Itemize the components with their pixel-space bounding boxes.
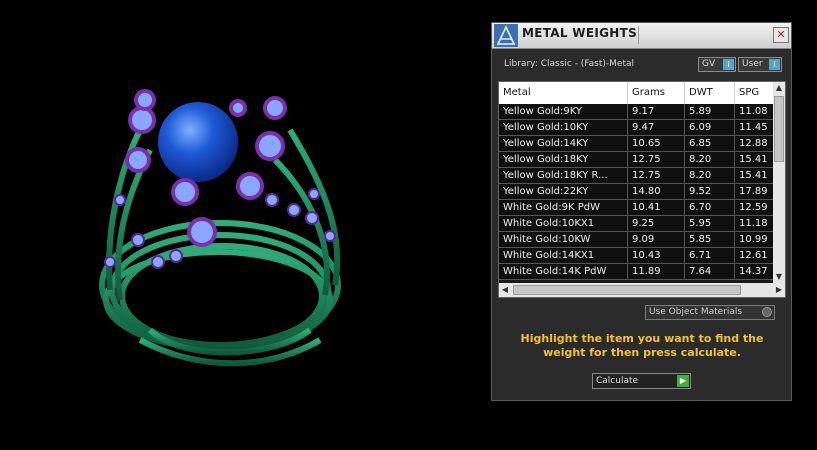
close-icon: ✕ [776,28,786,41]
column-header-dwt[interactable]: DWT [685,82,735,104]
spg-cell: 15.41 [735,152,775,167]
user-toggle-label: User [742,59,763,69]
user-library-toggle[interactable]: User i [738,57,782,72]
dwt-cell: 6.85 [685,136,735,151]
scroll-left-icon[interactable]: ◀ [499,283,511,297]
play-icon: ▶ [677,375,689,387]
metal-cell: Yellow Gold:10KY [499,120,628,135]
table-row[interactable]: White Gold:10KX1 9.25 5.95 11.18 [499,216,775,232]
grams-cell: 9.17 [628,104,685,119]
radio-indicator-icon [762,307,772,317]
column-header-spg[interactable]: SPG [735,82,775,104]
dwt-cell: 9.52 [685,184,735,199]
grams-cell: 9.25 [628,216,685,231]
table-row[interactable]: Yellow Gold:22KY 14.80 9.52 17.89 [499,184,775,200]
dwt-cell: 5.95 [685,216,735,231]
metal-cell: White Gold:10KX1 [499,216,628,231]
panel-titlebar[interactable]: METAL WEIGHTS ✕ [492,23,791,49]
dwt-cell: 8.20 [685,152,735,167]
table-row[interactable]: Yellow Gold:18KY R... 12.75 8.20 15.41 [499,168,775,184]
gv-toggle-label: GV [702,59,716,69]
center-gem [158,102,238,182]
3d-viewport[interactable] [0,0,490,450]
info-icon: i [769,59,780,70]
library-label: Library: Classic - (Fast)-Metal [504,59,635,69]
metal-cell: Yellow Gold:14KY [499,136,628,151]
scroll-down-icon[interactable]: ▼ [773,271,785,283]
ring-render [99,89,341,367]
spg-cell: 12.88 [735,136,775,151]
metal-weights-panel: METAL WEIGHTS ✕ Library: Classic - (Fast… [491,22,792,401]
grams-cell: 9.47 [628,120,685,135]
table-row[interactable]: White Gold:14KX1 10.43 6.71 12.61 [499,248,775,264]
horizontal-scrollbar[interactable]: ◀ ▶ [499,283,785,297]
grams-cell: 14.80 [628,184,685,199]
dwt-cell: 6.09 [685,120,735,135]
column-header-grams[interactable]: Grams [628,82,685,104]
grams-cell: 12.75 [628,152,685,167]
table-row[interactable]: Yellow Gold:10KY 9.47 6.09 11.45 [499,120,775,136]
grams-cell: 10.43 [628,248,685,263]
metal-cell: Yellow Gold:18KY [499,152,628,167]
metal-cell: White Gold:9K PdW [499,200,628,215]
use-object-materials-toggle[interactable]: Use Object Materials [645,305,775,320]
grams-cell: 10.41 [628,200,685,215]
dwt-cell: 5.85 [685,232,735,247]
spg-cell: 10.99 [735,232,775,247]
spg-cell: 17.89 [735,184,775,199]
info-icon: i [723,59,734,70]
spg-cell: 11.08 [735,104,775,119]
dwt-cell: 5.89 [685,104,735,119]
metal-cell: Yellow Gold:9KY [499,104,628,119]
metal-table[interactable]: Metal Grams DWT SPG Yellow Gold:9KY 9.17 5… [498,81,786,298]
spg-cell: 11.18 [735,216,775,231]
instruction-text: Highlight the item you want to find the … [520,332,764,359]
grams-cell: 11.89 [628,264,685,279]
metal-cell: Yellow Gold:22KY [499,184,628,199]
table-header: Metal Grams DWT SPG [499,82,775,104]
table-row[interactable]: Yellow Gold:9KY 9.17 5.89 11.08 [499,104,775,120]
table-row[interactable]: Yellow Gold:14KY 10.65 6.85 12.88 [499,136,775,152]
vertical-scroll-thumb[interactable] [774,96,784,162]
spg-cell: 14.37 [735,264,775,279]
spg-cell: 12.59 [735,200,775,215]
dwt-cell: 7.64 [685,264,735,279]
table-row[interactable]: White Gold:9K PdW 10.41 6.70 12.59 [499,200,775,216]
calculate-button[interactable]: Calculate ▶ [592,373,691,389]
table-row[interactable]: White Gold:14K PdW 11.89 7.64 14.37 [499,264,775,280]
title-divider [638,26,639,44]
matrix-logo-icon [494,24,518,47]
close-button[interactable]: ✕ [773,27,789,43]
metal-cell: White Gold:10KW [499,232,628,247]
dwt-cell: 8.20 [685,168,735,183]
metal-cell: White Gold:14KX1 [499,248,628,263]
spg-cell: 12.61 [735,248,775,263]
scroll-up-icon[interactable]: ▲ [773,82,785,94]
gv-library-toggle[interactable]: GV i [698,57,736,72]
horizontal-scroll-thumb[interactable] [513,285,741,295]
column-header-metal[interactable]: Metal [499,82,628,104]
grams-cell: 9.09 [628,232,685,247]
spg-cell: 15.41 [735,168,775,183]
table-body: Yellow Gold:9KY 9.17 5.89 11.08 Yellow Gold:… [499,104,775,280]
dwt-cell: 6.70 [685,200,735,215]
table-row[interactable]: White Gold:10KW 9.09 5.85 10.99 [499,232,775,248]
panel-title: METAL WEIGHTS [522,26,638,40]
spg-cell: 11.45 [735,120,775,135]
metal-cell: White Gold:14K PdW [499,264,628,279]
calculate-label: Calculate [596,376,639,386]
table-row[interactable]: Yellow Gold:18KY 12.75 8.20 15.41 [499,152,775,168]
scroll-right-icon[interactable]: ▶ [773,283,785,297]
metal-cell: Yellow Gold:18KY R... [499,168,628,183]
dwt-cell: 6.71 [685,248,735,263]
use-object-materials-label: Use Object Materials [649,307,743,317]
vertical-scrollbar[interactable]: ▲ ▼ [773,82,785,283]
grams-cell: 12.75 [628,168,685,183]
grams-cell: 10.65 [628,136,685,151]
